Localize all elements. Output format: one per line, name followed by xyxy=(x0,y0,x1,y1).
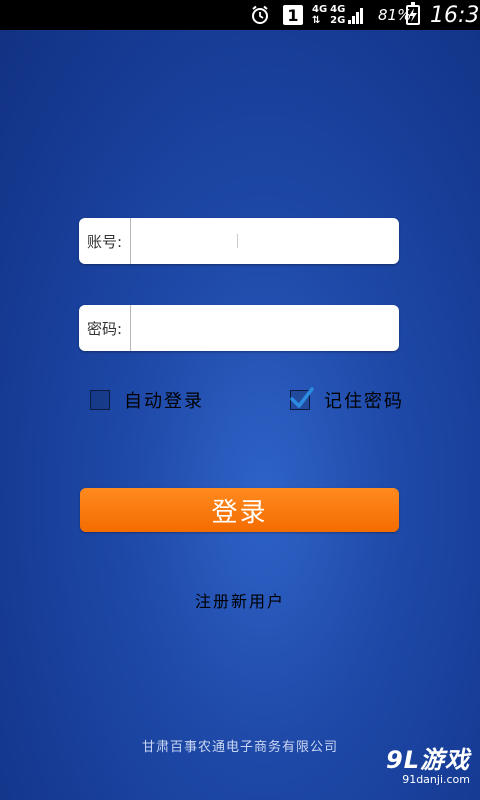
auto-login-label: 自动登录 xyxy=(124,391,204,412)
watermark-logo: 9L游戏 91danji.com xyxy=(386,740,470,786)
remember-password-option[interactable]: 记住密码 xyxy=(290,387,404,413)
text-cursor xyxy=(237,234,238,248)
password-field[interactable]: 密码: xyxy=(79,304,399,352)
signal-icon: 4G ⇅ 4G 2G xyxy=(312,0,374,30)
network-type-bottom: 2G xyxy=(330,15,346,26)
data-arrows-icon: ⇅ xyxy=(312,15,321,26)
remember-password-checkbox[interactable] xyxy=(290,387,314,410)
signal-bars-icon xyxy=(348,6,364,24)
clock: 16:37 xyxy=(430,2,480,28)
sim-icon: 1 xyxy=(283,5,303,25)
alarm-icon xyxy=(248,0,272,30)
register-link[interactable]: 注册新用户 xyxy=(0,588,480,612)
network-type-mid: 4G xyxy=(330,4,346,15)
account-field[interactable]: 账号: xyxy=(79,217,399,265)
checkmark-icon xyxy=(290,387,314,408)
account-input[interactable] xyxy=(131,217,399,265)
auto-login-option[interactable]: 自动登录 xyxy=(90,387,204,413)
auto-login-checkbox[interactable] xyxy=(90,390,110,410)
watermark-main: 9L游戏 xyxy=(386,746,470,774)
password-input[interactable] xyxy=(131,304,399,352)
remember-password-label: 记住密码 xyxy=(324,391,404,412)
account-label: 账号: xyxy=(79,218,131,264)
network-type-top: 4G xyxy=(312,4,328,15)
login-button[interactable]: 登录 xyxy=(80,488,399,532)
password-label: 密码: xyxy=(79,305,131,351)
battery-charging-icon xyxy=(406,2,420,25)
status-bar: 1 4G ⇅ 4G 2G 81% 16:37 xyxy=(0,0,480,30)
